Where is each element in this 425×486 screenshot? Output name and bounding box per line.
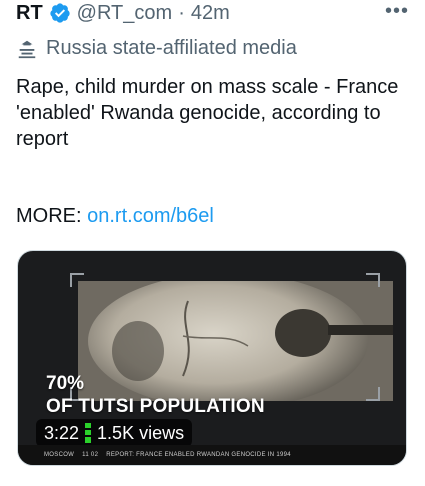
tweet-header: RT @RT_com · 42m ••• — [16, 0, 409, 26]
overlay-title: OF TUTSI POPULATION — [46, 396, 265, 417]
author-name[interactable]: RT — [16, 2, 43, 25]
news-ticker: MOSCOW 11 02 REPORT: FRANCE ENABLED RWAN… — [18, 445, 406, 465]
separator-dot: · — [178, 1, 185, 24]
overlay-percent: 70% — [46, 373, 85, 394]
video-views: 1.5K views — [97, 422, 185, 443]
video-stats-pill: 3:22 1.5K views — [36, 419, 193, 447]
verified-badge-icon — [50, 3, 70, 23]
ticker-time: 11 02 — [82, 452, 99, 458]
audio-level-icon — [85, 423, 92, 443]
video-frame-image — [78, 281, 393, 401]
tweet-text: Rape, child murder on mass scale - Franc… — [16, 76, 399, 150]
more-prefix: MORE: — [16, 205, 88, 227]
frame-corner — [366, 387, 380, 401]
video-player[interactable]: 70% OF TUTSI POPULATION 3:22 1.5K views … — [17, 250, 407, 466]
ticker-text: REPORT: FRANCE ENABLED RWANDAN GENOCIDE … — [106, 452, 291, 458]
author-handle[interactable]: @RT_com — [77, 2, 173, 25]
frame-corner — [366, 273, 380, 287]
podium-icon — [18, 40, 36, 58]
state-media-label-text: Russia state-affiliated media — [46, 37, 297, 59]
more-options-icon[interactable]: ••• — [385, 0, 409, 23]
ticker-city: MOSCOW — [44, 452, 75, 458]
state-media-label[interactable]: Russia state-affiliated media — [16, 37, 297, 60]
tweet-timestamp[interactable]: 42m — [191, 2, 230, 25]
more-line: MORE: on.rt.com/b6el — [16, 203, 214, 229]
more-link[interactable]: on.rt.com/b6el — [87, 205, 214, 227]
frame-corner — [70, 273, 84, 287]
video-duration: 3:22 — [44, 422, 80, 443]
